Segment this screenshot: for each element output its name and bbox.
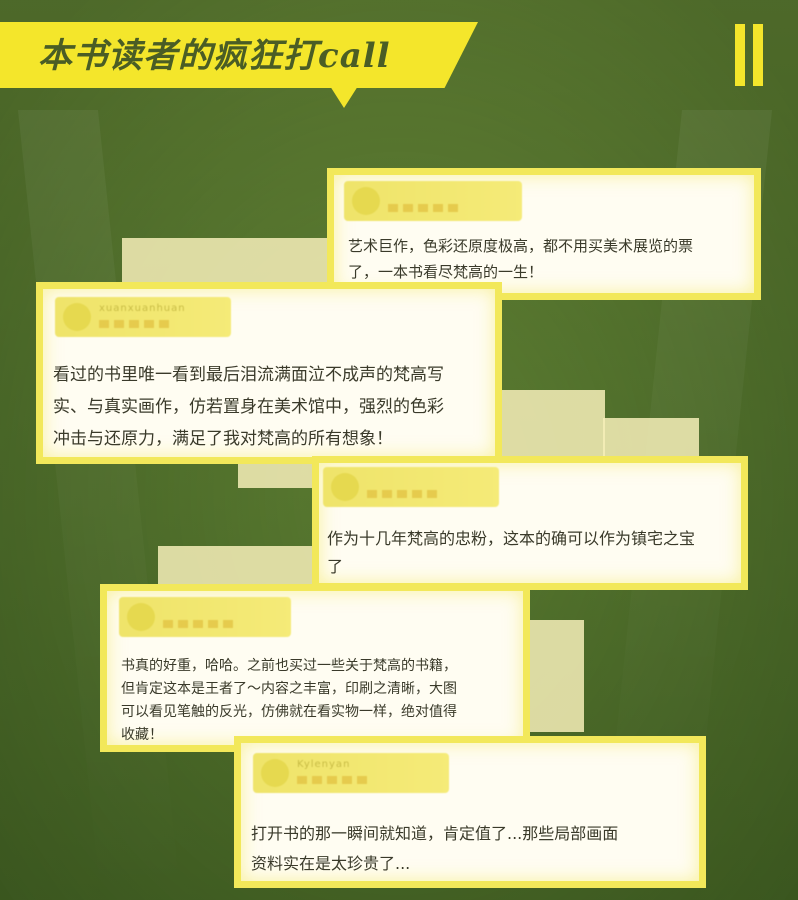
review-text: 作为十几年梵高的忠粉，这本的确可以作为镇宅之宝 了 bbox=[327, 525, 695, 581]
review-card: xuanxuanhuan 看过的书里唯一看到最后泪流满面泣不成声的梵高写 实、与… bbox=[36, 282, 502, 464]
review-line: 打开书的那一瞬间就知道，肯定值了...那些局部画面 bbox=[251, 824, 619, 843]
star-rating-icon bbox=[297, 776, 371, 784]
review-card: 作为十几年梵高的忠粉，这本的确可以作为镇宅之宝 了 bbox=[312, 456, 748, 590]
review-line: 艺术巨作，色彩还原度极高，都不用买美术展览的票 bbox=[348, 237, 694, 255]
review-line: 作为十几年梵高的忠粉，这本的确可以作为镇宅之宝 bbox=[327, 529, 696, 548]
star-rating-icon bbox=[163, 620, 237, 628]
review-line: 资料实在是太珍贵了... bbox=[251, 854, 411, 873]
review-line: 了 bbox=[327, 557, 344, 576]
review-line: 可以看见笔触的反光，仿佛就在看实物一样，绝对值得 bbox=[121, 704, 457, 720]
review-text: 书真的好重，哈哈。之前也买过一些关于梵高的书籍， 但肯定这本是王者了～内容之丰富… bbox=[121, 655, 457, 747]
review-text: 艺术巨作，色彩还原度极高，都不用买美术展览的票 了，一本书看尽梵高的一生！ bbox=[348, 233, 693, 285]
star-rating-icon bbox=[367, 490, 441, 498]
background-card bbox=[530, 620, 584, 732]
review-username: xuanxuanhuan bbox=[99, 303, 186, 314]
avatar-icon bbox=[63, 303, 91, 331]
background-card bbox=[158, 546, 313, 586]
background-card bbox=[603, 418, 699, 458]
avatar-icon bbox=[352, 187, 380, 215]
avatar-icon bbox=[261, 759, 289, 787]
banner-pointer bbox=[330, 86, 358, 108]
review-line: 但肯定这本是王者了～内容之丰富，印刷之清晰，大图 bbox=[121, 681, 457, 697]
review-line: 书真的好重，哈哈。之前也买过一些关于梵高的书籍， bbox=[121, 658, 457, 674]
background-card bbox=[238, 462, 313, 488]
review-header: xuanxuanhuan bbox=[55, 297, 231, 337]
star-rating-icon bbox=[388, 204, 462, 212]
review-card: 艺术巨作，色彩还原度极高，都不用买美术展览的票 了，一本书看尽梵高的一生！ bbox=[327, 168, 761, 300]
avatar-icon bbox=[331, 473, 359, 501]
background-card bbox=[500, 390, 605, 460]
review-header bbox=[344, 181, 522, 221]
light-beam-left bbox=[17, 110, 183, 900]
star-rating-icon bbox=[99, 320, 173, 328]
review-line: 看过的书里唯一看到最后泪流满面泣不成声的梵高写 bbox=[53, 365, 444, 385]
review-header: Kylenyan bbox=[253, 753, 449, 793]
review-username: Kylenyan bbox=[297, 759, 351, 770]
review-line: 冲击与还原力，满足了我对梵高的所有想象！ bbox=[53, 429, 393, 449]
background-card bbox=[122, 238, 332, 282]
review-text: 看过的书里唯一看到最后泪流满面泣不成声的梵高写 实、与真实画作，仿若置身在美术馆… bbox=[53, 359, 444, 455]
avatar-icon bbox=[127, 603, 155, 631]
review-text: 打开书的那一瞬间就知道，肯定值了...那些局部画面 资料实在是太珍贵了... bbox=[251, 819, 618, 879]
review-header bbox=[323, 467, 499, 507]
review-line: 实、与真实画作，仿若置身在美术馆中，强烈的色彩 bbox=[53, 397, 444, 417]
double-vertical-bars-icon bbox=[735, 24, 769, 86]
review-header bbox=[119, 597, 291, 637]
review-card: 书真的好重，哈哈。之前也买过一些关于梵高的书籍， 但肯定这本是王者了～内容之丰富… bbox=[100, 584, 530, 752]
review-card: Kylenyan 打开书的那一瞬间就知道，肯定值了...那些局部画面 资料实在是… bbox=[234, 736, 706, 888]
page-title: 本书读者的疯狂打call bbox=[38, 36, 391, 76]
